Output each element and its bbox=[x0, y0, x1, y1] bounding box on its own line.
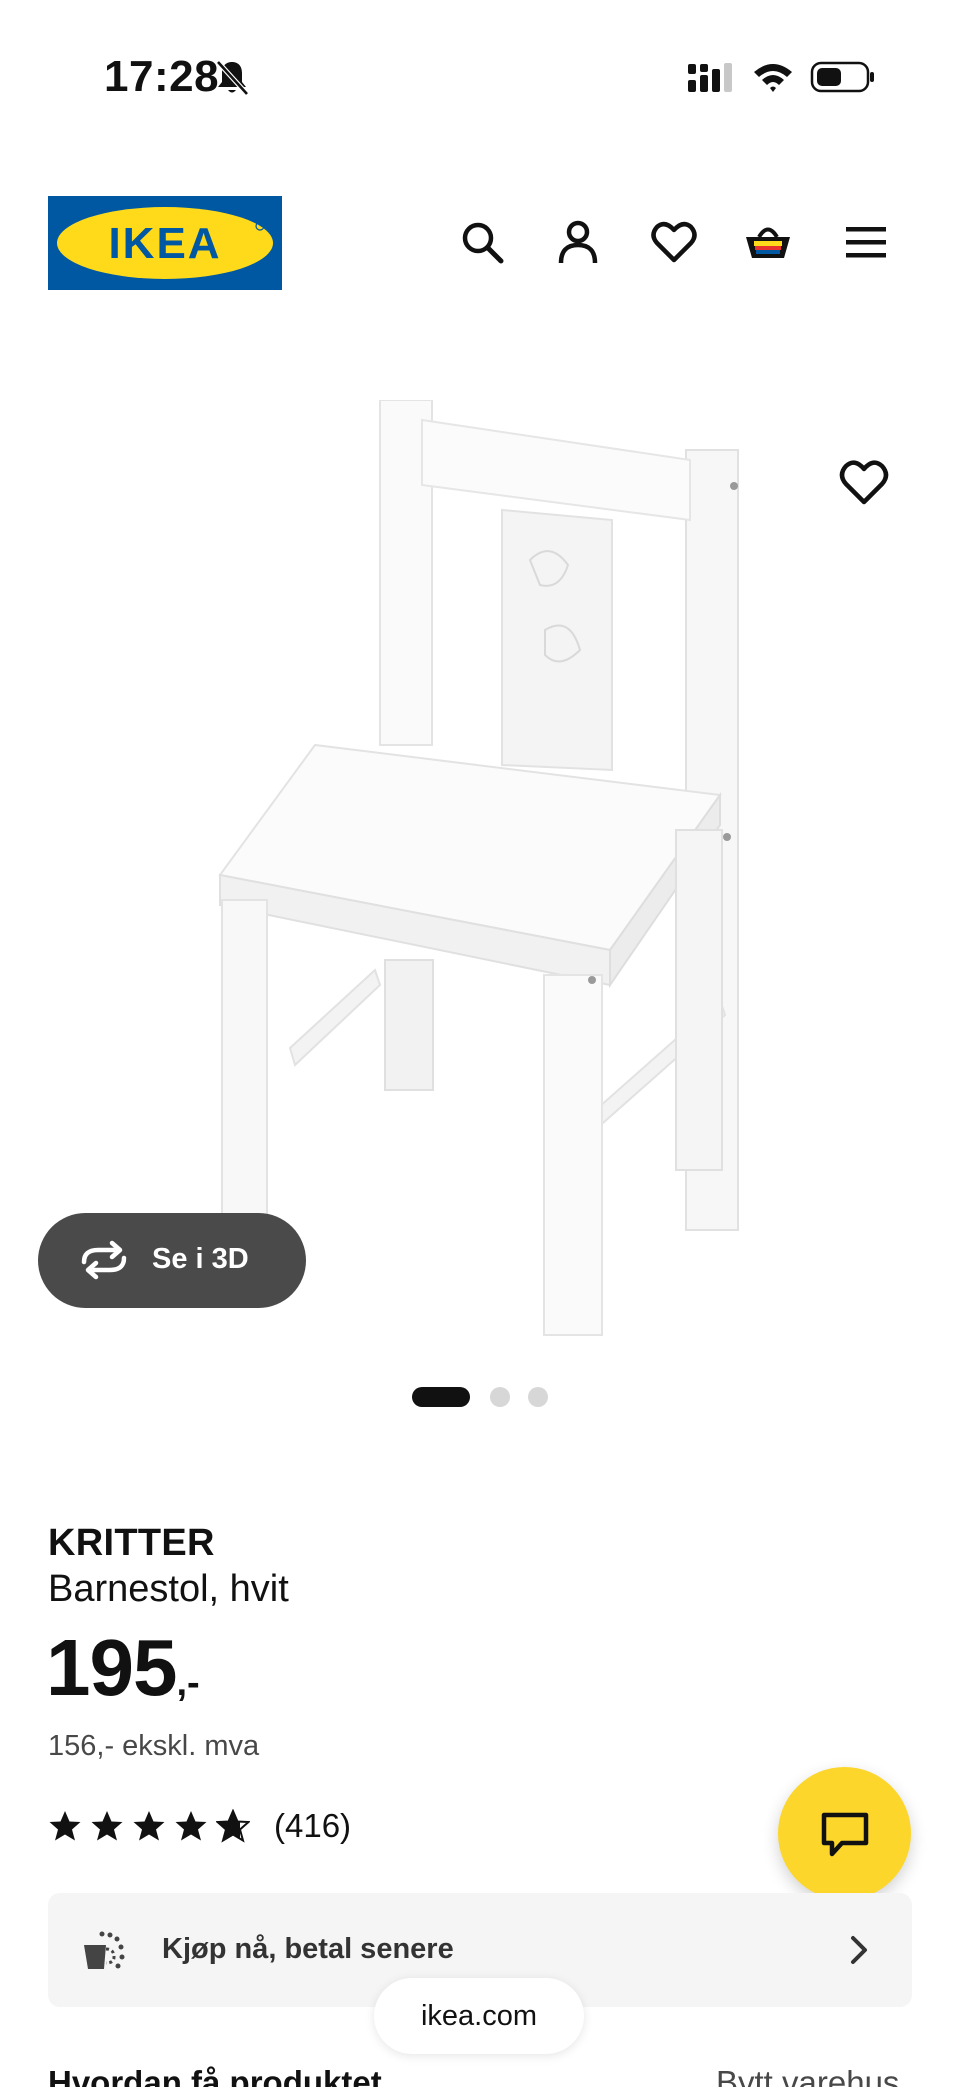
carousel-dots bbox=[412, 1385, 552, 1407]
product-name: KRITTER bbox=[48, 1522, 215, 1564]
carousel-dot-2[interactable] bbox=[490, 1387, 510, 1407]
price-suffix: ,- bbox=[176, 1662, 200, 1704]
site-header: IKEA bbox=[0, 190, 960, 300]
star-full-icon bbox=[175, 1811, 207, 1841]
heart-icon[interactable] bbox=[650, 218, 698, 266]
carousel-dot-3[interactable] bbox=[528, 1387, 548, 1407]
price-excluding-vat: 156,- ekskl. mva bbox=[48, 1730, 260, 1762]
price-value: 195 bbox=[46, 1623, 177, 1712]
account-icon[interactable] bbox=[554, 218, 602, 266]
product-description: Barnestol, hvit bbox=[48, 1568, 289, 1610]
cellular-signal-icon bbox=[688, 63, 732, 92]
change-store-link[interactable]: Bytt varehus bbox=[716, 2064, 899, 2087]
cart-icon[interactable] bbox=[744, 218, 792, 266]
star-full-icon bbox=[133, 1811, 165, 1841]
pay-later-icon bbox=[84, 1931, 125, 1969]
favorite-heart-icon[interactable] bbox=[838, 456, 890, 508]
carousel-dot-1[interactable] bbox=[412, 1387, 470, 1407]
chat-icon bbox=[821, 1812, 869, 1857]
wifi-icon bbox=[754, 64, 792, 92]
status-bar: 17:28 bbox=[0, 0, 960, 150]
product-image-chair[interactable] bbox=[200, 400, 760, 1340]
view-in-3d-button[interactable]: Se i 3D bbox=[38, 1213, 306, 1308]
bell-slash-icon bbox=[216, 60, 249, 96]
review-count[interactable]: (416) bbox=[274, 1807, 351, 1845]
battery-icon bbox=[810, 61, 874, 93]
svg-text:IKEA: IKEA bbox=[108, 219, 221, 268]
search-icon[interactable] bbox=[458, 218, 506, 266]
view-in-3d-label: Se i 3D bbox=[152, 1243, 249, 1275]
star-partial-icon bbox=[216, 1809, 250, 1843]
product-price: 195,- bbox=[46, 1628, 200, 1708]
buy-now-pay-later-label: Kjøp nå, betal senere bbox=[162, 1933, 454, 1965]
chat-button[interactable] bbox=[778, 1767, 911, 1900]
star-full-icon bbox=[91, 1811, 123, 1841]
star-full-icon bbox=[49, 1811, 81, 1841]
chevron-right-icon bbox=[851, 1936, 867, 1964]
menu-icon[interactable] bbox=[842, 218, 890, 266]
delivery-section-title: Hvordan få produktet bbox=[48, 2064, 382, 2087]
status-time: 17:28 bbox=[104, 52, 220, 101]
rotate-3d-icon bbox=[81, 1240, 127, 1280]
ikea-logo[interactable]: IKEA bbox=[48, 196, 282, 290]
browser-url-pill[interactable]: ikea.com bbox=[374, 1978, 584, 2054]
